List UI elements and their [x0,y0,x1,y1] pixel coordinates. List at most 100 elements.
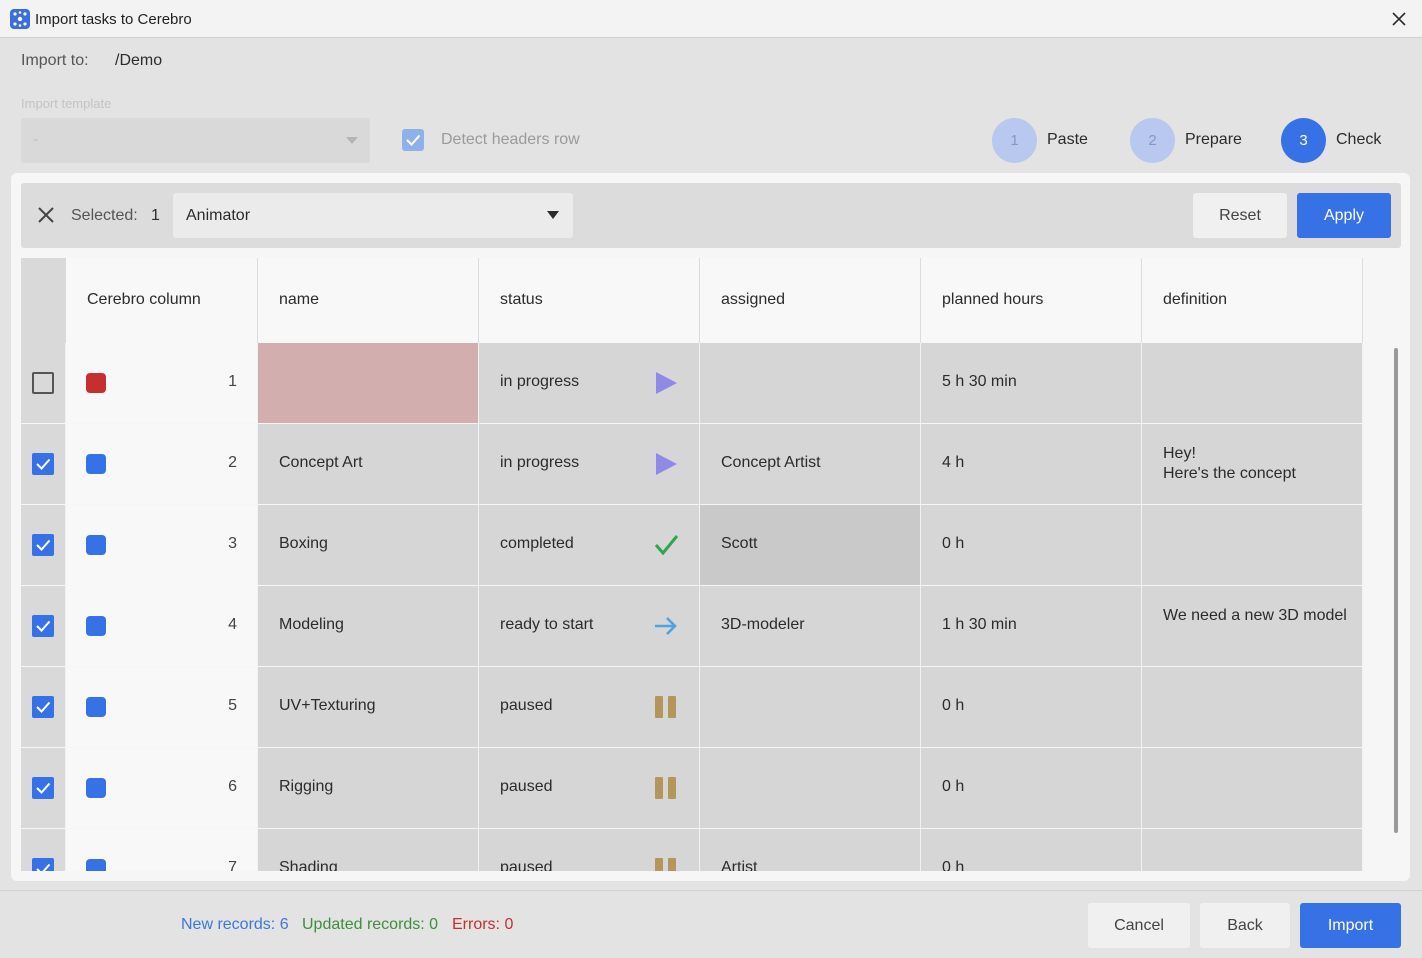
name-cell[interactable]: Concept Art [258,424,479,504]
column-header[interactable]: planned hours [921,258,1142,343]
back-button[interactable]: Back [1200,903,1290,948]
name-cell[interactable]: Shading [258,829,479,871]
column-header[interactable]: name [258,258,479,343]
cerebro-app-icon [10,9,30,29]
apply-button[interactable]: Apply [1297,193,1391,238]
status-cell[interactable]: in progress [479,424,700,504]
name-cell[interactable]: Rigging [258,748,479,828]
column-header[interactable]: definition [1142,258,1363,343]
status-cell[interactable]: completed [479,505,700,585]
row-color-marker [86,373,106,393]
import-button[interactable]: Import [1300,903,1401,948]
planned-hours-value: 0 h [942,697,965,714]
detect-headers-label: Detect headers row [441,131,580,148]
row-color-marker [86,535,106,555]
column-mapping-dropdown[interactable]: Animator [173,193,573,238]
name-cell[interactable]: Modeling [258,586,479,666]
definition-cell[interactable] [1142,505,1363,585]
import-template-value: - [33,131,39,148]
assigned-cell[interactable]: Scott [700,505,921,585]
status-cell[interactable]: paused [479,829,700,871]
footer-divider [0,890,1422,891]
name-value: Shading [279,859,338,871]
definition-cell[interactable]: We need a new 3D model [1142,586,1363,666]
planned-hours-cell[interactable]: 0 h [921,829,1142,871]
status-cell[interactable]: ready to start [479,586,700,666]
name-cell[interactable] [258,343,479,423]
planned-hours-cell[interactable]: 5 h 30 min [921,343,1142,423]
table-row[interactable]: 2 Concept Art in progress Concept Artist 4 h… [21,424,1363,504]
assigned-cell[interactable] [700,343,921,423]
vertical-scrollbar[interactable] [1394,348,1398,833]
assigned-value: Concept Artist [721,454,821,471]
status-cell[interactable]: in progress [479,343,700,423]
planned-hours-value: 0 h [942,859,965,871]
planned-hours-cell[interactable]: 0 h [921,667,1142,747]
row-select-cell [21,424,66,504]
row-checkbox[interactable] [32,534,54,556]
row-index-cell: 5 [66,667,258,747]
planned-hours-value: 0 h [942,535,965,552]
assigned-cell[interactable]: Concept Artist [700,424,921,504]
row-checkbox[interactable] [32,777,54,799]
row-index-cell: 1 [66,343,258,423]
row-index-cell: 6 [66,748,258,828]
row-index-cell: 3 [66,505,258,585]
check-icon [654,533,679,557]
window-title: Import tasks to Cerebro [35,11,192,28]
assigned-cell[interactable]: Artist [700,829,921,871]
row-select-cell [21,667,66,747]
row-number: 1 [228,373,237,390]
status-cell[interactable]: paused [479,667,700,747]
import-table: Cerebro column name status assigned plan… [21,258,1363,871]
definition-cell[interactable] [1142,343,1363,423]
planned-hours-cell[interactable]: 0 h [921,505,1142,585]
row-checkbox[interactable] [32,453,54,475]
table-row[interactable]: 4 Modeling ready to start 3D-modeler 1 h 30 … [21,586,1363,666]
row-checkbox[interactable] [32,696,54,718]
row-index-cell: 4 [66,586,258,666]
table-row[interactable]: 5 UV+Texturing paused 0 h [21,667,1363,747]
row-checkbox[interactable] [32,372,54,394]
table-row[interactable]: 6 Rigging paused 0 h [21,748,1363,828]
planned-hours-cell[interactable]: 0 h [921,748,1142,828]
row-checkbox[interactable] [32,615,54,637]
definition-cell[interactable]: Hey! Here's the concept [1142,424,1363,504]
reset-button[interactable]: Reset [1193,193,1287,238]
column-header-label: definition [1163,291,1228,308]
import-to-label: Import to: [21,52,89,69]
detect-headers-checkbox[interactable] [402,129,424,151]
new-records-count: New records: 6 [181,916,289,933]
assigned-cell[interactable]: 3D-modeler [700,586,921,666]
column-header[interactable]: assigned [700,258,921,343]
planned-hours-cell[interactable]: 1 h 30 min [921,586,1142,666]
step-number: 1 [992,118,1037,163]
step-number: 2 [1130,118,1175,163]
assigned-value: Scott [721,535,758,552]
import-template-select: - [21,118,370,163]
selected-count: 1 [151,207,160,224]
status-value: paused [500,697,553,714]
pause-icon [654,695,678,719]
name-cell[interactable]: Boxing [258,505,479,585]
assigned-cell[interactable] [700,748,921,828]
name-cell[interactable]: UV+Texturing [258,667,479,747]
column-header-label: name [279,291,320,308]
assigned-cell[interactable] [700,667,921,747]
status-cell[interactable]: paused [479,748,700,828]
planned-hours-cell[interactable]: 4 h [921,424,1142,504]
definition-cell[interactable] [1142,667,1363,747]
column-header[interactable]: status [479,258,700,343]
table-row[interactable]: 7 Shading paused Artist 0 h [21,829,1363,871]
definition-cell[interactable] [1142,829,1363,871]
row-checkbox[interactable] [32,858,54,871]
column-header-label: status [500,291,543,308]
row-select-cell [21,343,66,423]
table-row[interactable]: 1 in progress 5 h 30 min [21,343,1363,423]
definition-cell[interactable] [1142,748,1363,828]
row-color-marker [86,697,106,717]
cancel-button[interactable]: Cancel [1088,903,1190,948]
table-row[interactable]: 3 Boxing completed Scott 0 h [21,505,1363,585]
clear-selection-icon[interactable] [35,204,57,226]
close-icon[interactable] [1388,8,1410,30]
